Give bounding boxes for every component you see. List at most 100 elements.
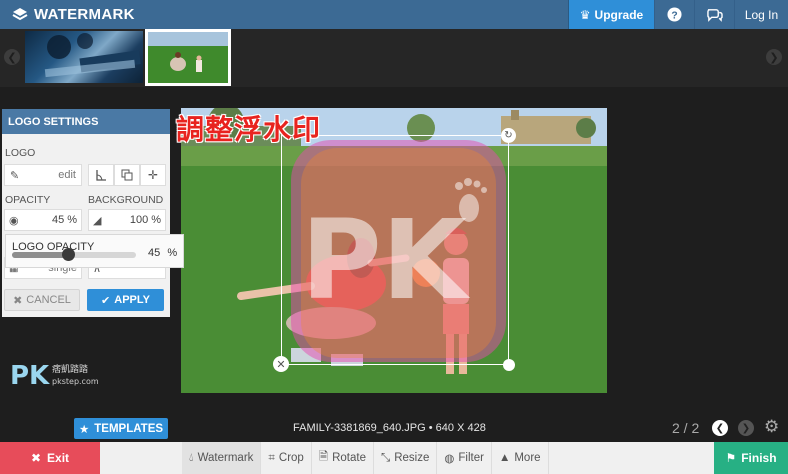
tool-label: Resize	[394, 452, 430, 464]
pencil-icon: ✎	[10, 169, 20, 182]
thumbnail-image-2-selected[interactable]	[145, 29, 231, 86]
strip-prev-button[interactable]: ❮	[4, 49, 20, 65]
app-logo[interactable]: WATERMARK	[0, 6, 135, 23]
family-thumbnail-graphic	[148, 32, 228, 83]
templates-label: TEMPLATES	[94, 422, 164, 435]
cancel-label: CANCEL	[26, 294, 71, 306]
finish-button[interactable]: ⚑ Finish	[714, 442, 788, 474]
check-icon: ✔	[101, 294, 111, 307]
tool-label: Crop	[278, 452, 304, 464]
chevron-left-icon: ❮	[715, 422, 725, 434]
opacity-slider-fill	[12, 252, 68, 258]
strip-next-button[interactable]: ❯	[766, 49, 782, 65]
filter-icon: ◍	[444, 453, 455, 465]
finish-label: Finish	[741, 451, 777, 465]
logo-settings-panel: LOGO SETTINGS LOGO ✎ edit ✛ OPACITY BACK…	[2, 109, 170, 317]
drop-icon: 💧︎	[189, 451, 194, 464]
svg-text:痞凱踏踏: 痞凱踏踏	[52, 363, 88, 375]
center-button[interactable]: ✛	[140, 164, 166, 186]
tool-label: Watermark	[197, 452, 254, 464]
background-field[interactable]: ◢ 100 %	[88, 209, 166, 231]
apply-button[interactable]: ✔ APPLY	[87, 289, 164, 311]
file-info: FAMILY-3381869_640.JPG • 640 X 428	[293, 422, 486, 434]
opacity-field[interactable]: ◉ 45 %	[4, 209, 82, 231]
upgrade-label: Upgrade	[594, 7, 644, 22]
logo-label: LOGO	[5, 147, 36, 159]
annotation-text: 調整浮水印	[176, 114, 322, 145]
svg-text:PK: PK	[10, 361, 50, 390]
opacity-slider-track[interactable]	[12, 248, 136, 261]
tool-more[interactable]: ▲ More	[492, 442, 549, 474]
apply-label: APPLY	[114, 294, 150, 306]
opacity-percent: %	[67, 214, 77, 226]
rotate-handle[interactable]: ↻	[501, 128, 516, 143]
prev-image-button[interactable]: ❮	[712, 420, 728, 436]
chevron-left-icon: ❮	[7, 51, 17, 64]
close-icon: ✕	[276, 358, 286, 371]
tool-list: 💧︎ Watermark ⌗ Crop 🗎︎ Rotate ⤡ Resize ◍…	[182, 442, 549, 474]
thumbnail-image-1[interactable]	[25, 31, 143, 83]
exit-button[interactable]: ✖ Exit	[0, 442, 100, 474]
tool-crop[interactable]: ⌗ Crop	[261, 442, 312, 474]
opacity-value: 45	[51, 214, 65, 226]
watermark-selection-box[interactable]	[281, 135, 509, 365]
corner-angle-icon	[96, 170, 106, 181]
bottom-toolbar: ✖ Exit 💧︎ Watermark ⌗ Crop 🗎︎ Rotate ⤡ R…	[0, 442, 788, 474]
background-percent: %	[151, 214, 161, 226]
chat-bubbles-icon	[707, 9, 723, 22]
upgrade-button[interactable]: ♛ Upgrade	[568, 0, 654, 29]
next-image-button[interactable]: ❯	[738, 420, 754, 436]
help-button[interactable]: ?	[654, 0, 694, 29]
remove-watermark-handle[interactable]: ✕	[273, 356, 289, 372]
rotate-icon: ↻	[504, 130, 513, 141]
eraser-icon: ◢	[93, 214, 102, 227]
top-bar: WATERMARK ♛ Upgrade ? Log In	[0, 0, 788, 29]
tool-rotate[interactable]: 🗎︎ Rotate	[312, 442, 374, 474]
tool-filter[interactable]: ◍ Filter	[437, 442, 492, 474]
tool-watermark[interactable]: 💧︎ Watermark	[182, 442, 262, 474]
resize-icon: ⤡	[380, 451, 391, 464]
copy-icon	[121, 169, 133, 181]
cancel-button[interactable]: ✖ CANCEL	[4, 289, 80, 311]
question-icon: ?	[667, 7, 682, 22]
chevron-right-icon: ❯	[741, 422, 751, 434]
eye-icon: ◉	[9, 214, 19, 227]
gear-icon: ⚙	[764, 417, 780, 436]
position-corner-button[interactable]	[88, 164, 114, 186]
tool-label: Filter	[458, 452, 484, 464]
star-icon: ★	[78, 423, 90, 436]
opacity-slider-knob[interactable]	[61, 248, 75, 261]
background-value: 100	[129, 214, 149, 226]
corner-brand-mark: PK 痞凱踏踏 pkstep.com	[10, 360, 100, 395]
resize-handle[interactable]	[503, 359, 515, 371]
crown-icon: ♛	[579, 7, 591, 22]
popup-percent: %	[167, 247, 178, 259]
watermark-logo-icon	[12, 7, 28, 20]
film-reel-graphic	[44, 33, 141, 78]
svg-text:?: ?	[671, 10, 677, 21]
background-label: BACKGROUND	[88, 194, 164, 206]
logo-edit-field[interactable]: ✎ edit	[4, 164, 82, 186]
close-icon: ✖	[30, 451, 42, 465]
tool-resize[interactable]: ⤡ Resize	[374, 442, 438, 474]
exit-label: Exit	[47, 451, 70, 465]
opacity-label: OPACITY	[5, 194, 51, 206]
duplicate-button[interactable]	[114, 164, 140, 186]
popup-value-box[interactable]: 45 %	[148, 247, 177, 259]
app-title: WATERMARK	[34, 6, 135, 23]
chevron-right-icon: ❯	[769, 51, 779, 64]
settings-gear-button[interactable]: ⚙	[764, 417, 779, 437]
crop-icon: ⌗	[268, 451, 275, 464]
pk-brand-logo: PK 痞凱踏踏 pkstep.com	[10, 361, 99, 391]
flag-icon: ⚑	[725, 451, 737, 465]
rotate-doc-icon: 🗎︎	[318, 450, 329, 463]
image-pager: 2 / 2	[672, 420, 700, 436]
panel-title: LOGO SETTINGS	[2, 109, 170, 134]
login-button[interactable]: Log In	[734, 0, 788, 29]
app-window: WATERMARK ♛ Upgrade ? Log In ❮ ❯ PK ↻ ✕ …	[0, 0, 788, 474]
tool-label: Rotate	[332, 452, 366, 464]
tool-label: More	[514, 452, 541, 464]
logo-opacity-popup: LOGO OPACITY 45 %	[5, 234, 184, 268]
templates-button[interactable]: ★ TEMPLATES	[74, 418, 168, 439]
feedback-button[interactable]	[694, 0, 734, 29]
